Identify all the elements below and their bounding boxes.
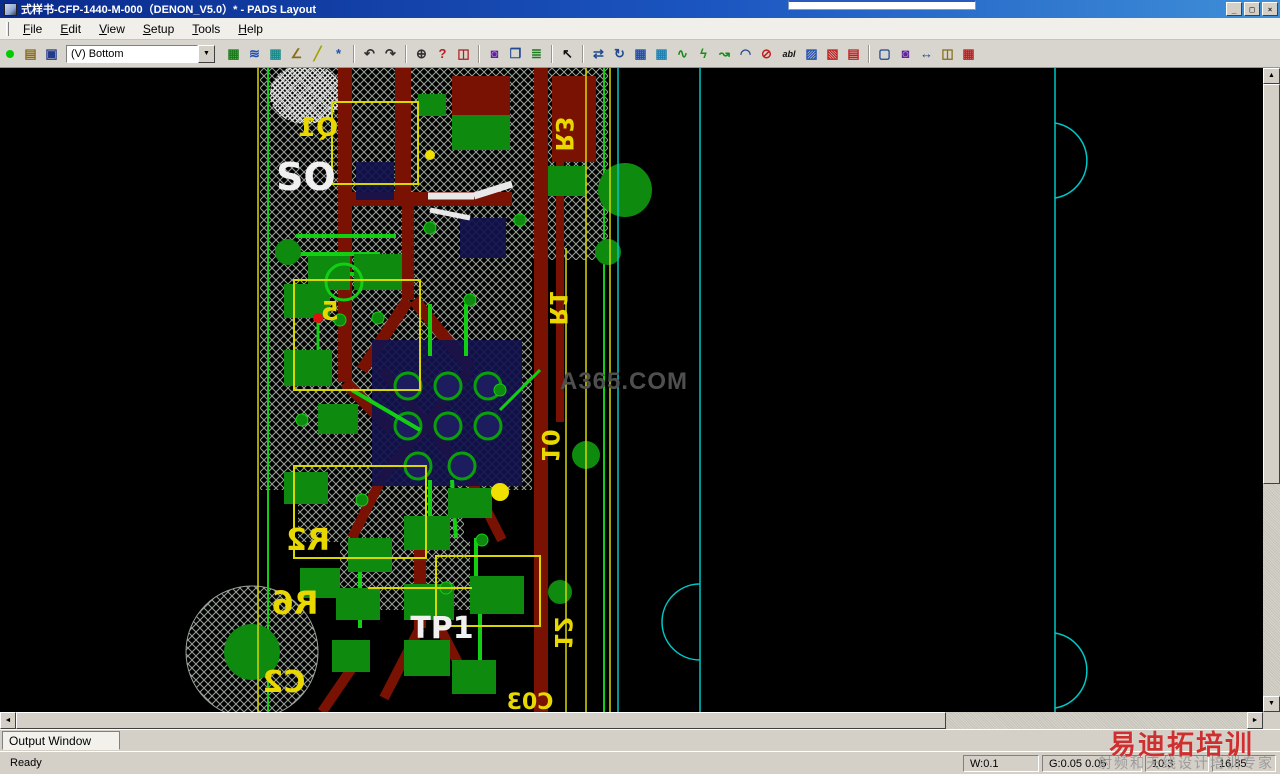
autoroute-icon[interactable]: ϟ	[693, 44, 714, 64]
horizontal-scroll-thumb[interactable]	[16, 712, 946, 729]
svg-text:10: 10	[536, 429, 564, 462]
scroll-down-icon[interactable]: ▼	[1263, 696, 1280, 712]
toolbar-separator	[478, 44, 480, 63]
layers-icon[interactable]: ▦	[630, 44, 651, 64]
sketch-route-icon[interactable]: ↝	[714, 44, 735, 64]
status-ready: Ready	[10, 756, 42, 769]
label-icon[interactable]: abl	[777, 44, 801, 64]
mirror-icon[interactable]: ◫	[937, 44, 958, 64]
app-icon	[4, 2, 17, 16]
minimize-button[interactable]: _	[1226, 2, 1242, 16]
arc-icon[interactable]: ◠	[735, 44, 756, 64]
menu-item-tools[interactable]: Tools	[183, 19, 229, 39]
window-icon[interactable]: ❐	[505, 44, 526, 64]
horizontal-scrollbar[interactable]: ◄ ►	[0, 712, 1263, 729]
close-button[interactable]: ×	[1262, 2, 1278, 16]
svg-text:R6: R6	[272, 584, 319, 622]
status-bar: Ready W:0.1 G:0.05 0.05 10.3 16.85	[0, 751, 1280, 774]
toolbar-separator	[582, 44, 584, 63]
menu-item-view[interactable]: View	[90, 19, 134, 39]
scroll-up-icon[interactable]: ▲	[1263, 68, 1280, 84]
zoom-icon[interactable]: ⊕	[411, 44, 432, 64]
toolbar-separator	[551, 44, 553, 63]
save-icon[interactable]: ▣	[41, 44, 62, 64]
output-window-tab[interactable]: Output Window	[2, 731, 120, 750]
move-icon[interactable]: ⇄	[588, 44, 609, 64]
spreadsheet-icon[interactable]: ▦	[958, 44, 979, 64]
svg-text:12: 12	[549, 616, 577, 649]
watermark-tagline: 射频和天线设计培训专家	[1098, 755, 1274, 771]
svg-text:TP1: TP1	[410, 611, 473, 646]
report-icon[interactable]: ≣	[526, 44, 547, 64]
toolbar: ▤ ▣ (V) Bottom ▼ ▦ ≋ ▦ ∠ ╱ * ↶ ↷ ⊕? ◫ ◙ ❐ ≣ ↖ ⇄ ↻ ▦ ▦ ∿ ϟ ↝ ◠…	[0, 40, 1280, 68]
layer-selector[interactable]: (V) Bottom ▼	[66, 44, 215, 63]
menu-item-file[interactable]: File	[14, 19, 51, 39]
svg-text:C03: C03	[507, 690, 554, 712]
no-plow-icon[interactable]: ⊘	[756, 44, 777, 64]
open-icon[interactable]: ▤	[20, 44, 41, 64]
fit-board-icon[interactable]: ▦	[223, 44, 244, 64]
toolbar-mid-group: ▦ ≋ ▦ ∠ ╱ * ↶ ↷ ⊕? ◫ ◙ ❐ ≣	[223, 44, 547, 64]
angle-icon[interactable]: ∠	[286, 44, 307, 64]
copper-pour-icon[interactable]: ▨	[801, 44, 822, 64]
menu-item-help[interactable]: Help	[229, 19, 272, 39]
pcb-design-canvas[interactable]: Q1 SO R3 5 R1 10 R2 R6 C2 TP1 12 C03 A365.COM	[0, 68, 1263, 712]
menu-item-edit[interactable]: Edit	[51, 19, 90, 39]
route-icon[interactable]: ∿	[672, 44, 693, 64]
menu-bar: File Edit View Setup Tools Help	[0, 18, 1280, 40]
grid2-icon[interactable]: ▦	[651, 44, 672, 64]
toolbar-design-group: ↖ ⇄ ↻ ▦ ▦ ∿ ϟ ↝ ◠ ⊘ abl ▨ ▧ ▤ ▢ ◙ ↔ ◫ ▦	[557, 44, 979, 64]
title-bar[interactable]: 式样书-CFP-1440-M-000（DENON_V5.0）* - PADS L…	[0, 0, 1280, 18]
svg-text:SO: SO	[276, 155, 336, 199]
hatch-icon[interactable]: ▤	[843, 44, 864, 64]
svg-text:R3: R3	[550, 116, 578, 151]
svg-text:R1: R1	[544, 290, 572, 325]
scrollbar-corner	[1263, 712, 1280, 729]
board-outline-icon[interactable]: ▢	[874, 44, 895, 64]
query-icon[interactable]: ?	[432, 44, 453, 64]
menu-grip	[6, 21, 9, 36]
photo-icon[interactable]: ◙	[484, 44, 505, 64]
line-icon[interactable]: ╱	[307, 44, 328, 64]
layer-selector-value[interactable]: (V) Bottom	[66, 44, 198, 63]
watermark-center: A365.COM	[560, 368, 689, 395]
undo-icon[interactable]: ↶	[359, 44, 380, 64]
star-grid-icon[interactable]: *	[328, 44, 349, 64]
scroll-left-icon[interactable]: ◄	[0, 712, 16, 729]
maximize-button[interactable]: □	[1244, 2, 1260, 16]
chevron-down-icon[interactable]: ▼	[198, 44, 215, 63]
overlapping-window-artifact	[788, 0, 976, 10]
grid-icon[interactable]: ▦	[265, 44, 286, 64]
svg-text:R2: R2	[286, 523, 330, 558]
redo-icon[interactable]: ↷	[380, 44, 401, 64]
toolbar-separator	[353, 44, 355, 63]
pads-layout-window: 式样书-CFP-1440-M-000（DENON_V5.0）* - PADS L…	[0, 0, 1280, 774]
vertical-scroll-thumb[interactable]	[1263, 84, 1280, 484]
toolbar-separator	[868, 44, 870, 63]
status-led-icon	[6, 49, 14, 58]
waves-icon[interactable]: ≋	[244, 44, 265, 64]
dimension-icon[interactable]: ↔	[916, 44, 937, 64]
wipe-icon[interactable]: ◫	[453, 44, 474, 64]
flood-icon[interactable]: ▧	[822, 44, 843, 64]
vertical-scrollbar[interactable]: ▲ ▼	[1263, 68, 1280, 712]
toolbar-file-group: ▤ ▣	[20, 44, 62, 64]
rotate-icon[interactable]: ↻	[609, 44, 630, 64]
output-window-row: Output Window	[0, 729, 1280, 751]
svg-text:C2: C2	[263, 665, 306, 700]
window-title: 式样书-CFP-1440-M-000（DENON_V5.0）* - PADS L…	[21, 4, 317, 16]
select-icon[interactable]: ↖	[557, 44, 578, 64]
toolbar-separator	[405, 44, 407, 63]
status-line-width: W:0.1	[963, 754, 1039, 772]
svg-text:5: 5	[321, 297, 339, 327]
menu-item-setup[interactable]: Setup	[134, 19, 183, 39]
svg-text:Q1: Q1	[298, 113, 338, 143]
photo2-icon[interactable]: ◙	[895, 44, 916, 64]
